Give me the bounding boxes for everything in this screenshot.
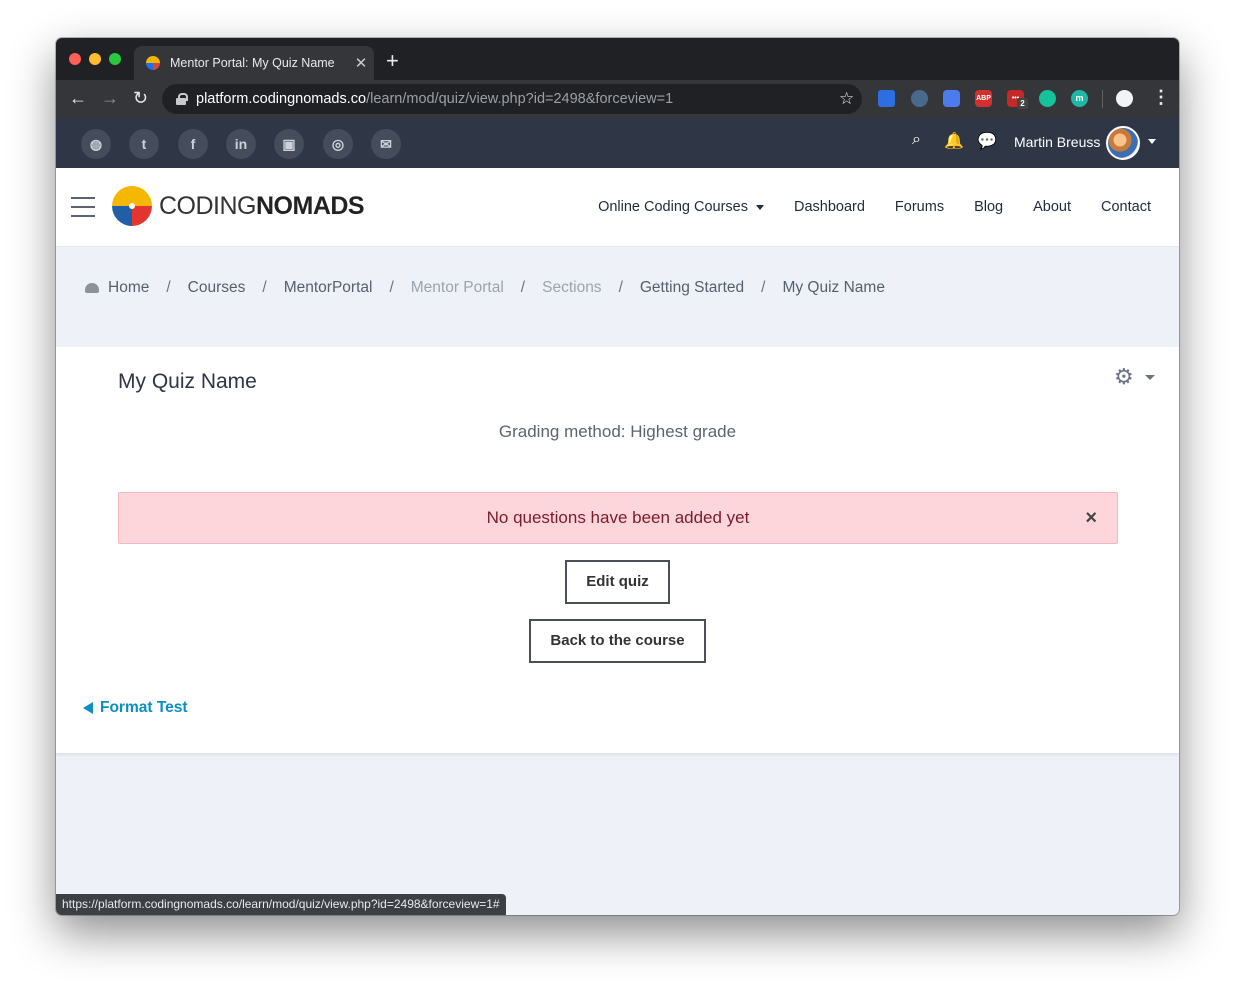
browser-window: Mentor Portal: My Quiz Name ✕ + ← → ↻ pl… xyxy=(56,38,1179,915)
chevron-down-icon[interactable] xyxy=(1145,375,1155,380)
address-bar[interactable]: platform.codingnomads.co/learn/mod/quiz/… xyxy=(162,84,862,114)
breadcrumb-separator: / xyxy=(389,279,394,296)
user-avatar[interactable] xyxy=(1106,126,1140,160)
nav-contact[interactable]: Contact xyxy=(1101,199,1151,215)
url-host: platform.codingnomads.co xyxy=(196,91,367,107)
no-questions-alert: No questions have been added yet × xyxy=(118,492,1118,544)
back-button[interactable]: ← xyxy=(69,88,87,108)
breadcrumb-separator: / xyxy=(166,279,171,296)
extension-m-icon[interactable]: m xyxy=(1071,90,1088,107)
lock-icon[interactable] xyxy=(176,93,188,105)
status-bar-url: https://platform.codingnomads.co/learn/m… xyxy=(56,894,506,915)
nav-dashboard[interactable]: Dashboard xyxy=(794,199,865,215)
extension-todo-icon[interactable]: ••• 2 xyxy=(1007,90,1028,109)
forward-button[interactable]: → xyxy=(101,88,119,108)
arrow-left-icon xyxy=(83,702,93,714)
breadcrumb-mentorportal[interactable]: MentorPortal xyxy=(284,279,373,297)
breadcrumb-getting-started[interactable]: Getting Started xyxy=(640,279,744,297)
email-icon[interactable]: ✉ xyxy=(371,129,401,159)
nav-forums[interactable]: Forums xyxy=(895,199,944,215)
new-tab-button[interactable]: + xyxy=(386,50,399,72)
facebook-icon[interactable]: f xyxy=(178,129,208,159)
codingnomads-logo-icon[interactable] xyxy=(112,186,152,226)
alert-message: No questions have been added yet xyxy=(486,508,750,527)
breadcrumb-mentor-portal: Mentor Portal xyxy=(410,279,504,296)
twitter-icon[interactable]: t xyxy=(129,129,159,159)
site-favicon-icon xyxy=(146,56,160,70)
adblock-icon[interactable]: ABP xyxy=(975,90,992,107)
instagram-icon[interactable]: ◎ xyxy=(323,129,353,159)
close-icon[interactable]: × xyxy=(1085,493,1097,543)
toolbar-divider xyxy=(1102,90,1103,108)
breadcrumb-courses[interactable]: Courses xyxy=(188,279,246,297)
grading-method: Grading method: Highest grade xyxy=(498,422,737,441)
messages-chat-icon[interactable]: 💬 xyxy=(977,131,997,151)
grammarly-icon[interactable] xyxy=(1039,90,1056,107)
breadcrumb: Home / Courses / MentorPortal / Mentor P… xyxy=(85,279,885,297)
profile-icon[interactable] xyxy=(1116,90,1133,107)
back-to-course-button[interactable]: Back to the course xyxy=(529,619,706,663)
site-header: CODINGNOMADS Online Coding Courses Dashb… xyxy=(56,168,1179,247)
breadcrumb-separator: / xyxy=(618,279,623,296)
extension-badge: 2 xyxy=(1017,98,1028,109)
youtube-icon[interactable]: ▣ xyxy=(274,129,304,159)
dashboard-icon xyxy=(85,283,99,293)
extension-zoom-icon[interactable] xyxy=(943,90,960,107)
previous-activity-link[interactable]: Format Test xyxy=(83,699,188,717)
breadcrumb-sections: Sections xyxy=(542,279,602,296)
reload-button[interactable]: ↻ xyxy=(133,88,148,108)
url-path: /learn/mod/quiz/view.php?id=2498&forcevi… xyxy=(366,91,674,107)
edit-quiz-button[interactable]: Edit quiz xyxy=(565,560,670,604)
browser-menu-icon[interactable]: ⋮ xyxy=(1152,87,1170,108)
nav-online-coding-courses[interactable]: Online Coding Courses xyxy=(598,199,764,215)
page-title: My Quiz Name xyxy=(118,370,257,393)
linkedin-icon[interactable]: in xyxy=(226,129,256,159)
breadcrumb-band: Home / Courses / MentorPortal / Mentor P… xyxy=(56,248,1179,347)
minimize-window-button[interactable] xyxy=(89,53,101,65)
gear-icon[interactable]: ⚙ xyxy=(1114,364,1134,390)
quiz-card: My Quiz Name ⚙ Grading method: Highest g… xyxy=(56,347,1179,753)
tab-strip: Mentor Portal: My Quiz Name ✕ + xyxy=(56,38,1179,80)
maximize-window-button[interactable] xyxy=(109,53,121,65)
hamburger-menu-icon[interactable] xyxy=(71,197,95,217)
website-icon[interactable]: ◍ xyxy=(81,129,111,159)
close-window-button[interactable] xyxy=(69,53,81,65)
extension-gem-icon[interactable] xyxy=(878,90,895,107)
user-name[interactable]: Martin Breuss xyxy=(1014,134,1100,150)
main-nav: Online Coding Courses Dashboard Forums B… xyxy=(598,199,1151,215)
user-menu-caret-icon[interactable] xyxy=(1148,139,1156,144)
breadcrumb-current[interactable]: My Quiz Name xyxy=(782,279,885,297)
bookmark-star-icon[interactable]: ☆ xyxy=(839,89,854,109)
breadcrumb-separator: / xyxy=(520,279,526,296)
tab-title: Mentor Portal: My Quiz Name xyxy=(170,56,335,70)
browser-tab[interactable]: Mentor Portal: My Quiz Name ✕ xyxy=(134,46,374,80)
nav-blog[interactable]: Blog xyxy=(974,199,1003,215)
search-icon[interactable]: ⌕ xyxy=(912,131,921,149)
previous-activity-label: Format Test xyxy=(100,699,188,716)
extension-circle-icon[interactable] xyxy=(911,90,928,107)
breadcrumb-separator: / xyxy=(761,279,766,296)
breadcrumb-home[interactable]: Home xyxy=(108,279,149,297)
notifications-bell-icon[interactable]: 🔔 xyxy=(944,131,964,151)
tab-close-icon[interactable]: ✕ xyxy=(348,54,374,72)
nav-about[interactable]: About xyxy=(1033,199,1071,215)
site-topbar: ◍ t f in ▣ ◎ ✉ ⌕ 🔔 💬 Martin Breuss xyxy=(56,118,1179,168)
breadcrumb-separator: / xyxy=(262,279,267,296)
site-logo-text[interactable]: CODINGNOMADS xyxy=(159,192,365,221)
chevron-down-icon xyxy=(755,204,764,210)
browser-toolbar: ← → ↻ platform.codingnomads.co/learn/mod… xyxy=(56,80,1179,118)
